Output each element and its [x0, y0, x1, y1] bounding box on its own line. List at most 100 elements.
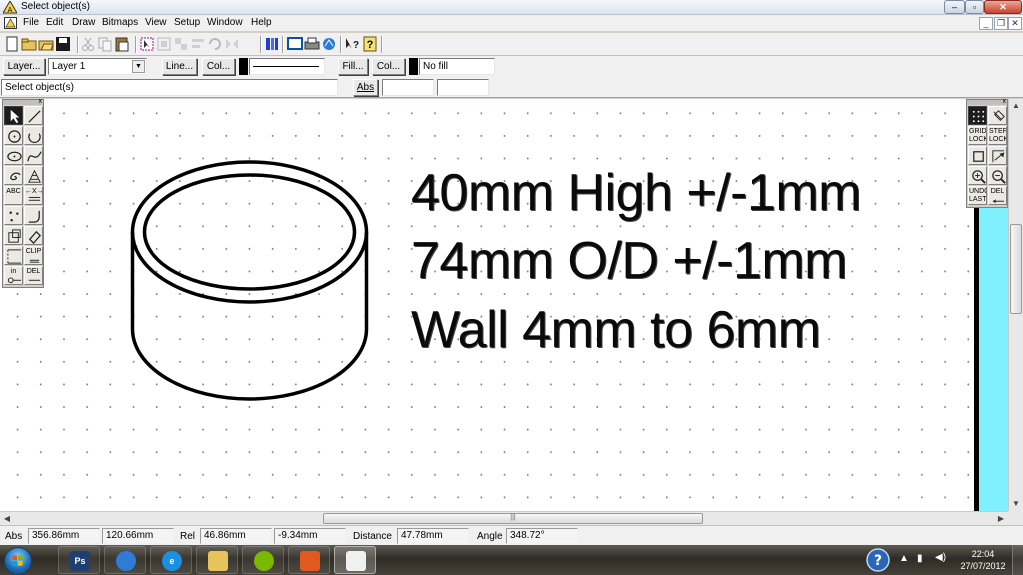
line-style-field[interactable] [249, 58, 325, 75]
group-button[interactable] [156, 36, 172, 52]
palette-close-icon[interactable]: x [1003, 98, 1007, 106]
rotate-button[interactable] [207, 36, 223, 52]
palette-close-icon[interactable]: x [39, 98, 43, 106]
menu-file[interactable]: File [23, 17, 39, 28]
select-all-button[interactable] [139, 36, 155, 52]
menu-help[interactable]: Help [251, 17, 272, 28]
palette-title-bar[interactable]: x [3, 98, 43, 106]
coord-input-x[interactable] [382, 79, 434, 96]
menu-draw[interactable]: Draw [72, 17, 95, 28]
delete-tool[interactable]: DEL [24, 266, 43, 285]
horizontal-scrollbar[interactable]: ◀ ||| ▶ [0, 511, 1008, 525]
window-zoom-tool[interactable] [968, 146, 987, 165]
paste-button[interactable] [114, 36, 130, 52]
palette-title-bar[interactable]: x [967, 98, 1007, 106]
office-taskbar-button[interactable] [288, 546, 330, 574]
clip-tool[interactable]: CLIP [24, 246, 43, 265]
abs-toggle-button[interactable]: Abs [353, 79, 378, 96]
zoom-extents-tool[interactable] [988, 146, 1007, 165]
spiral-tool[interactable] [4, 166, 23, 185]
zoom-in-tool[interactable] [968, 166, 987, 185]
eraser-tool[interactable] [24, 226, 43, 245]
fill-color-swatch[interactable] [409, 58, 418, 75]
volume-icon[interactable]: ◀) [935, 552, 946, 563]
circle-centre-tool[interactable] [4, 126, 23, 145]
arc-tool[interactable] [24, 126, 43, 145]
zoom-out-tool[interactable] [988, 166, 1007, 185]
line-tool[interactable] [24, 106, 43, 125]
line-color-swatch[interactable] [239, 58, 248, 75]
horizontal-scroll-thumb[interactable]: ||| [323, 513, 703, 524]
menu-edit[interactable]: Edit [46, 17, 63, 28]
snap-magnet-tool[interactable] [988, 106, 1007, 125]
fill-button[interactable]: Fill... [338, 58, 368, 75]
text-tool[interactable]: ABC [4, 186, 23, 205]
mirror-button[interactable] [224, 36, 240, 52]
vertical-scroll-thumb[interactable] [1010, 224, 1022, 314]
ungroup-button[interactable] [173, 36, 189, 52]
coord-input-y[interactable] [437, 79, 489, 96]
doc-restore-button[interactable]: ❐ [994, 17, 1008, 30]
close-button[interactable]: ✕ [984, 0, 1022, 14]
document-icon[interactable] [4, 17, 17, 29]
grid-dots-tool[interactable] [968, 106, 987, 125]
start-button[interactable] [4, 547, 32, 575]
spec-text-diameter[interactable]: 74mm O/D +/-1mm [411, 233, 848, 289]
insert-tool[interactable]: in [4, 266, 23, 285]
print-button[interactable] [304, 36, 320, 52]
menu-view[interactable]: View [145, 17, 167, 28]
vertical-scrollbar[interactable]: ▲ ▼ [1008, 99, 1023, 511]
new-button[interactable] [4, 36, 20, 52]
menu-setup[interactable]: Setup [174, 17, 200, 28]
curve-tool[interactable] [24, 146, 43, 165]
scroll-down-arrow-icon[interactable]: ▼ [1009, 497, 1023, 511]
internet-explorer-taskbar-button[interactable]: e [150, 546, 192, 574]
undo-last-tool[interactable]: UNDO LAST [968, 186, 987, 205]
open-button[interactable] [21, 36, 37, 52]
plot-button[interactable] [321, 36, 337, 52]
scroll-right-arrow-icon[interactable]: ▶ [994, 512, 1008, 525]
scroll-left-arrow-icon[interactable]: ◀ [0, 512, 14, 525]
grid-lock-tool[interactable]: GRID LOCK [968, 126, 987, 145]
minimize-button[interactable]: – [944, 0, 965, 14]
ellipse-tool[interactable] [4, 146, 23, 165]
power-icon[interactable]: ▮ [917, 553, 923, 564]
show-desktop-button[interactable] [1012, 545, 1023, 575]
context-help-button[interactable]: ? [344, 36, 360, 52]
help-circle-icon[interactable]: ? [866, 548, 890, 572]
preview-button[interactable] [287, 36, 303, 52]
cut-button[interactable] [80, 36, 96, 52]
block-tool[interactable] [4, 226, 23, 245]
menu-window[interactable]: Window [207, 17, 243, 28]
select-arrow-tool[interactable] [4, 106, 23, 125]
delete-last-tool[interactable]: DEL [988, 186, 1007, 205]
points-tool[interactable] [4, 206, 23, 225]
help-button[interactable]: ? [362, 36, 378, 52]
spotify-taskbar-button[interactable] [242, 546, 284, 574]
doc-minimize-button[interactable]: _ [979, 17, 993, 30]
copy-button[interactable] [97, 36, 113, 52]
fill-color-button[interactable]: Col... [372, 58, 405, 75]
fill-value-field[interactable]: No fill [419, 58, 495, 75]
layer-select[interactable]: Layer 1 ▼ [48, 58, 147, 75]
line-color-button[interactable]: Col... [202, 58, 235, 75]
trim-tool[interactable] [4, 246, 23, 265]
menu-bitmaps[interactable]: Bitmaps [102, 17, 138, 28]
save-button[interactable] [55, 36, 71, 52]
cad-app-taskbar-button[interactable] [334, 546, 376, 574]
hatch-tool[interactable] [24, 166, 43, 185]
line-style-button[interactable]: Line... [162, 58, 197, 75]
layers-button[interactable] [264, 36, 280, 52]
chrome-taskbar-button[interactable] [104, 546, 146, 574]
show-hidden-icons-icon[interactable]: ▲ [899, 553, 909, 564]
spec-text-wall[interactable]: Wall 4mm to 6mm [411, 302, 821, 358]
clock[interactable]: 22:04 27/07/2012 [957, 548, 1009, 572]
scroll-up-arrow-icon[interactable]: ▲ [1009, 99, 1023, 113]
spec-text-height[interactable]: 40mm High +/-1mm [411, 165, 862, 221]
fillet-tool[interactable] [24, 206, 43, 225]
drawing-canvas[interactable]: 40mm High +/-1mm 74mm O/D +/-1mm Wall 4m… [0, 98, 1008, 511]
step-lock-tool[interactable]: STEP LOCK [988, 126, 1007, 145]
photoshop-taskbar-button[interactable]: Ps [58, 546, 100, 574]
layer-button[interactable]: Layer... [3, 58, 45, 75]
file-explorer-taskbar-button[interactable] [196, 546, 238, 574]
